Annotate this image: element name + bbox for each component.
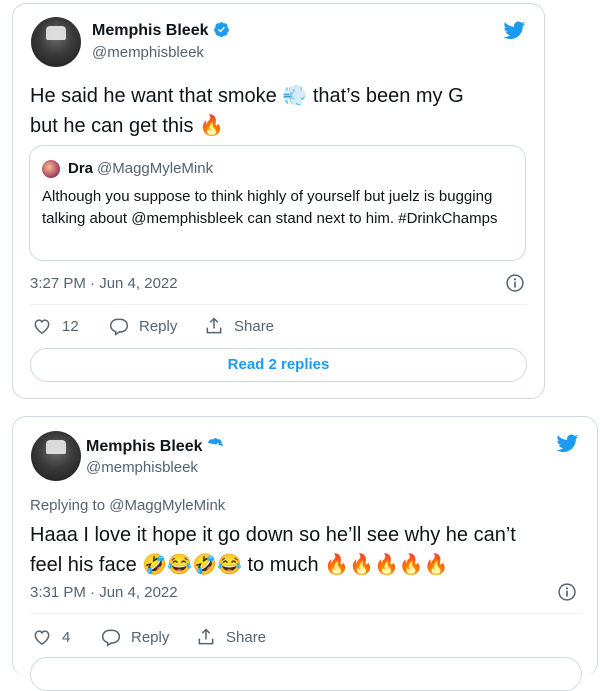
quoted-tweet[interactable]: Dra @MaggMyleMink Although you suppose to… xyxy=(29,145,526,261)
reply-label: Reply xyxy=(131,628,170,646)
like-button[interactable]: 12 xyxy=(32,316,79,336)
tweet-text-segment: He said he want that smoke xyxy=(30,85,277,107)
replying-to-prefix: Replying to xyxy=(30,497,106,514)
share-label: Share xyxy=(234,317,275,335)
heart-icon xyxy=(34,319,50,334)
tweet-timestamp[interactable]: 3:27 PM · Jun 4, 2022 xyxy=(30,275,178,292)
reply-button[interactable]: Reply xyxy=(109,316,177,336)
author-name-text[interactable]: Memphis Bleek xyxy=(92,22,208,39)
like-count: 4 xyxy=(62,628,71,646)
twitter-bird-icon[interactable] xyxy=(555,432,580,454)
tweet-text-segment: that’s been my G xyxy=(312,85,464,107)
divider xyxy=(30,613,582,614)
tweet-timestamp[interactable]: 3:31 PM · Jun 4, 2022 xyxy=(30,584,178,601)
share-button[interactable]: Share xyxy=(196,627,266,647)
dash-emoji: 💨 xyxy=(282,85,308,107)
share-icon xyxy=(206,317,222,334)
tweet-text-segment: but he can get this xyxy=(30,115,194,137)
share-button[interactable]: Share xyxy=(204,316,274,336)
read-replies-button[interactable]: Read 2 replies xyxy=(30,348,527,382)
author-handle[interactable]: @memphisbleek xyxy=(92,44,204,61)
quote-text: Although you suppose to think highly of … xyxy=(42,188,498,227)
avatar[interactable] xyxy=(31,431,81,481)
avatar[interactable] xyxy=(31,17,81,67)
like-count: 12 xyxy=(62,317,79,335)
author-name[interactable]: Memphis Bleek xyxy=(92,21,230,40)
reply-bubble-icon xyxy=(109,318,129,336)
tweet-card-2: Memphis Bleek @memphisbleek Replying to … xyxy=(12,416,598,691)
info-icon[interactable] xyxy=(505,273,525,293)
tweet-text: Haaa I love it hope it go down so he’ll … xyxy=(30,520,516,580)
replying-to: Replying to @MaggMyleMink xyxy=(30,497,225,514)
author-handle[interactable]: @memphisbleek xyxy=(86,459,198,476)
quote-avatar xyxy=(42,160,60,178)
author-name[interactable]: Memphis Bleek xyxy=(86,437,224,456)
tweet-text-line-1: Haaa I love it hope it go down so he’ll … xyxy=(30,524,516,546)
reply-bubble-icon xyxy=(101,629,121,647)
quote-author-handle: @MaggMyleMink xyxy=(97,160,214,177)
info-icon[interactable] xyxy=(557,582,577,602)
heart-icon xyxy=(34,630,50,645)
laughing-emojis: 🤣😂🤣😂 xyxy=(142,554,242,576)
replying-to-handle[interactable]: @MaggMyleMink xyxy=(109,497,225,514)
divider xyxy=(30,304,527,305)
twitter-bird-icon[interactable] xyxy=(502,19,527,41)
fire-emojis: 🔥🔥🔥🔥🔥 xyxy=(324,554,449,576)
verified-badge-icon xyxy=(214,22,230,38)
reply-label: Reply xyxy=(139,317,178,335)
like-button[interactable]: 4 xyxy=(32,627,70,647)
verified-badge-icon xyxy=(208,438,224,449)
tweet-card-1: Memphis Bleek @memphisbleek He said he w… xyxy=(12,3,545,399)
tweet-text-segment: feel his face xyxy=(30,554,137,576)
tweet-text-line-2: but he can get this 🔥 xyxy=(30,111,464,141)
share-label: Share xyxy=(226,628,267,646)
quote-author: Dra @MaggMyleMink xyxy=(68,160,213,177)
read-replies-button-partial[interactable] xyxy=(30,657,582,691)
author-name-text[interactable]: Memphis Bleek xyxy=(86,438,202,455)
share-icon xyxy=(198,628,214,645)
fire-emoji: 🔥 xyxy=(199,115,224,137)
tweet-text-segment: to much xyxy=(247,554,319,576)
reply-button[interactable]: Reply xyxy=(101,627,169,647)
tweet-text-line-2: feel his face 🤣😂🤣😂 to much 🔥🔥🔥🔥🔥 xyxy=(30,550,516,580)
tweet-text-line-1: He said he want that smoke 💨 that’s been… xyxy=(30,81,464,111)
quote-author-name: Dra xyxy=(68,160,94,177)
tweet-text: He said he want that smoke 💨 that’s been… xyxy=(30,81,464,141)
